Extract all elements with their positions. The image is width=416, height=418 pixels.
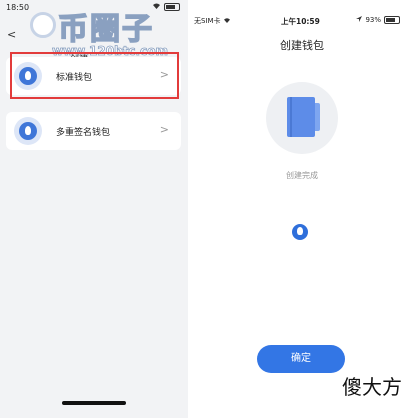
status-carrier: 无SIM卡 xyxy=(194,16,231,26)
chevron-right-icon: > xyxy=(159,123,169,136)
status-time: 18:50 xyxy=(6,3,30,12)
home-indicator xyxy=(62,401,126,405)
battery-icon xyxy=(384,16,400,24)
multisig-wallet-option[interactable]: 多重签名钱包 > xyxy=(6,112,181,150)
wallet-option-label: 多重签名钱包 xyxy=(56,128,111,138)
back-button[interactable]: < xyxy=(7,28,16,41)
wifi-icon xyxy=(223,17,231,25)
document-icon xyxy=(287,97,320,137)
multisig-icon xyxy=(14,117,42,145)
left-screen: 18:50 币圈子 www.120btc.com < 创建 标准钱包 > 多重签… xyxy=(0,0,188,418)
battery-percent: 93% xyxy=(365,16,381,24)
wallet-created-illustration xyxy=(266,82,338,154)
status-icons: 93% xyxy=(356,16,400,24)
wallet-logo-icon xyxy=(292,224,308,240)
page-title: 创建钱包 xyxy=(280,39,324,52)
status-time: 上午10:59 xyxy=(281,17,320,26)
status-message: 创建完成 xyxy=(286,171,318,180)
watermark-title: 币圈子 xyxy=(57,11,154,48)
watermark-logo xyxy=(30,12,56,38)
corner-watermark: 傻大方 xyxy=(342,375,402,399)
right-screen: 无SIM卡 上午10:59 93% 创建钱包 创建完成 确定 傻大方 xyxy=(188,0,416,418)
location-icon xyxy=(356,16,363,24)
confirm-button[interactable]: 确定 xyxy=(257,345,345,373)
highlight-box xyxy=(10,52,179,99)
